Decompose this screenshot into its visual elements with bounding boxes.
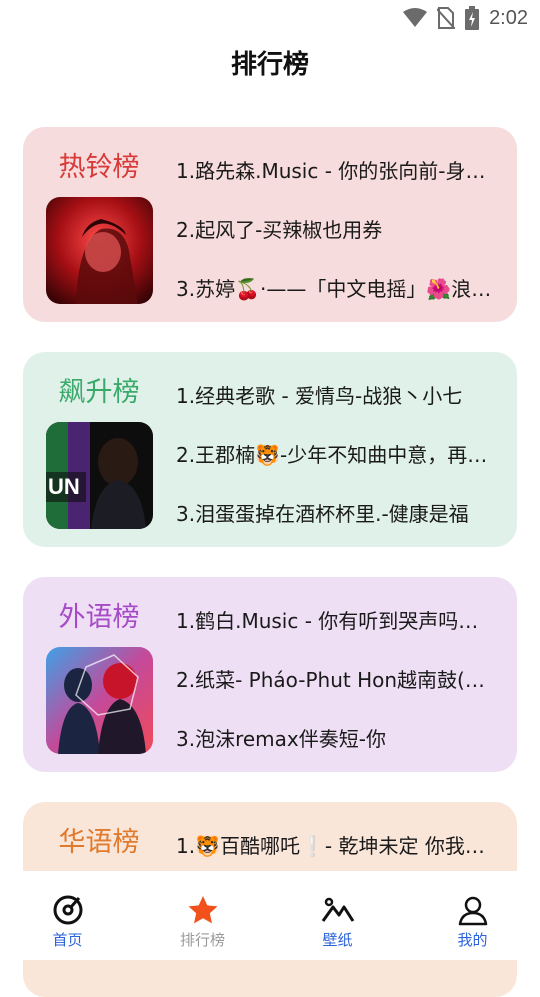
song-item[interactable]: 1.鹤白.Music - 你有听到哭声吗（Remix） (176, 605, 496, 664)
chart-card-rising[interactable]: 飙升榜 UN 1.经典老歌 - 爱情鸟-战狼丶小七 2.王郡楠🐯-少年不知曲中意… (23, 352, 517, 547)
song-item[interactable]: 2.纸菜- Pháo-Phut Hon越南鼓(DJ版) (176, 664, 496, 723)
page-title: 排行榜 (230, 50, 309, 80)
status-icons: 2:02 (403, 6, 528, 30)
tab-ranking[interactable]: 排行榜 (135, 871, 270, 960)
chart-cover-image (46, 197, 153, 304)
music-disc-icon (53, 895, 82, 925)
tab-home[interactable]: 首页 (0, 871, 135, 960)
chart-card-hot-ringtone[interactable]: 热铃榜 1.路先森.Music - 你的张向前-身后多少纠葛 2.起风了-买辣椒… (23, 127, 517, 322)
song-item[interactable]: 3.泡沫remax伴奏短-你 (176, 723, 496, 772)
bottom-tab-bar: 首页 排行榜 壁纸 我的 (0, 871, 540, 960)
user-icon (458, 896, 487, 926)
song-item[interactable]: 2.王郡楠🐯-少年不知曲中意，再听已是曲中人 (176, 439, 496, 498)
chart-card-title: 华语榜 (58, 827, 140, 858)
chart-card-foreign[interactable]: 外语榜 1.鹤白.Music - 你有听到哭声吗（Remix） 2.纸菜- Ph… (23, 577, 517, 772)
battery-charging-icon (465, 6, 480, 30)
song-list: 1.鹤白.Music - 你有听到哭声吗（Remix） 2.纸菜- Pháo-P… (176, 605, 496, 772)
tab-wallpaper[interactable]: 壁纸 (270, 871, 405, 960)
star-icon (188, 896, 217, 924)
mountain-icon (321, 897, 354, 922)
chart-card-title: 飙升榜 (58, 377, 140, 408)
status-bar: 2:02 (0, 0, 540, 36)
tab-mine[interactable]: 我的 (405, 871, 540, 960)
tab-label: 首页 (52, 931, 83, 949)
song-list: 1.路先森.Music - 你的张向前-身后多少纠葛 2.起风了-买辣椒也用券 … (176, 155, 496, 322)
tab-label: 排行榜 (179, 931, 225, 949)
song-list: 1.经典老歌 - 爱情鸟-战狼丶小七 2.王郡楠🐯-少年不知曲中意，再听已是曲中… (176, 380, 496, 547)
song-item[interactable]: 3.苏婷🍒·——「中文电摇」🌺浪漫的季节 (176, 273, 496, 322)
chart-card-title: 外语榜 (58, 602, 140, 633)
song-item[interactable]: 1.经典老歌 - 爱情鸟-战狼丶小七 (176, 380, 496, 439)
status-time: 2:02 (489, 6, 528, 29)
tab-label: 壁纸 (322, 931, 353, 949)
song-item[interactable]: 3.泪蛋蛋掉在酒杯杯里.-健康是福 (176, 498, 496, 547)
song-item[interactable]: 1.路先森.Music - 你的张向前-身后多少纠葛 (176, 155, 496, 214)
svg-text:UN: UN (48, 474, 80, 499)
chart-cover-image: UN (46, 422, 153, 529)
song-item[interactable]: 2.起风了-买辣椒也用券 (176, 214, 496, 273)
tab-label: 我的 (457, 931, 488, 949)
wifi-icon (403, 8, 428, 27)
no-sim-icon (437, 7, 456, 29)
chart-cover-image (46, 647, 153, 754)
chart-card-title: 热铃榜 (58, 152, 140, 183)
